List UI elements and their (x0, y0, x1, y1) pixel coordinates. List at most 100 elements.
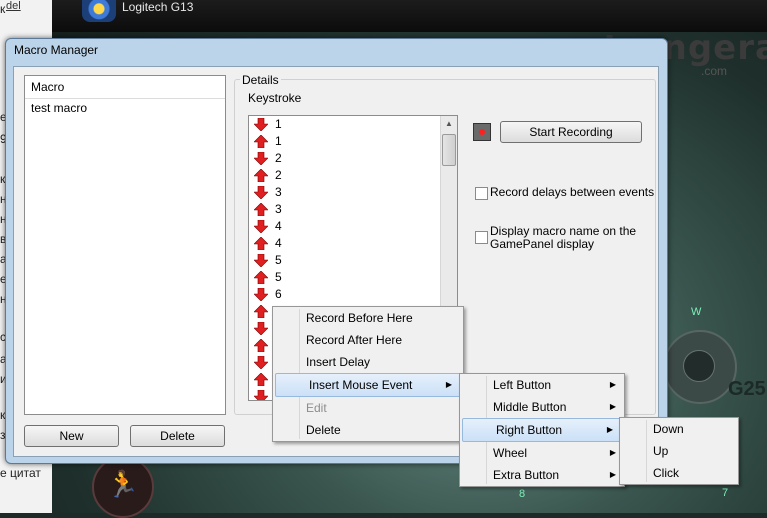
keystroke-key: 1 (275, 134, 282, 148)
menu-item-insert-delay[interactable]: Insert Delay (273, 351, 463, 373)
key-down-arrow-icon (254, 322, 268, 335)
button-action-click[interactable]: Click (620, 462, 738, 484)
button-action-submenu: Down Up Click (619, 417, 739, 485)
background-text-fragment: к (0, 2, 6, 16)
menu-item-record-before-here[interactable]: Record Before Here (273, 307, 463, 329)
submenu-arrow-icon: ▶ (606, 425, 613, 434)
window-title: Macro Manager (14, 43, 99, 57)
keystroke-key: 4 (275, 219, 282, 233)
macro-list[interactable]: Macro test macro (24, 75, 226, 415)
key-up-arrow-icon (254, 237, 268, 250)
key-down-arrow-icon (254, 288, 268, 301)
submenu-arrow-icon: ▶ (609, 470, 616, 479)
menu-item-label: Left Button (493, 378, 552, 392)
key-down-arrow-icon (254, 220, 268, 233)
menu-item-label: Click (653, 466, 679, 480)
menu-item-label: Wheel (493, 446, 528, 460)
menu-item-label: Edit (306, 401, 327, 415)
macro-column-header[interactable]: Macro (25, 76, 225, 99)
keystroke-row[interactable]: 2 (249, 167, 457, 184)
menu-item-insert-mouse-event[interactable]: Insert Mouse Event ▶ (275, 373, 461, 397)
logitech-app-title: Logitech G13 (122, 0, 194, 14)
macro-list-item[interactable]: test macro (25, 99, 225, 117)
key-down-arrow-icon (254, 390, 268, 400)
logitech-gear-icon (82, 0, 116, 22)
mouse-item-right-button[interactable]: Right Button ▶ (462, 418, 622, 442)
keystroke-context-menu: Record Before Here Record After Here Inser… (272, 306, 464, 442)
keystroke-row[interactable]: 1 (249, 116, 457, 133)
menu-item-edit: Edit (273, 397, 463, 419)
menu-item-label: Middle Button (493, 400, 567, 414)
key-7-label: 7 (722, 487, 729, 499)
menu-item-record-after-here[interactable]: Record After Here (273, 329, 463, 351)
details-label: Details (240, 73, 281, 87)
key-up-arrow-icon (254, 305, 268, 318)
keystroke-key: 1 (275, 117, 282, 131)
menu-item-label: Extra Button (493, 468, 560, 482)
g25-key-label: G25 (728, 378, 766, 400)
keystroke-key: 2 (275, 168, 282, 182)
key-down-arrow-icon (254, 356, 268, 369)
key-down-arrow-icon (254, 254, 268, 267)
menu-item-delete[interactable]: Delete (273, 419, 463, 441)
scrollbar-thumb[interactable] (442, 134, 456, 166)
menu-item-label: Record After Here (306, 333, 403, 347)
keystroke-key: 3 (275, 202, 282, 216)
button-action-down[interactable]: Down (620, 418, 738, 440)
key-down-arrow-icon (254, 186, 268, 199)
keystroke-row[interactable]: 5 (249, 269, 457, 286)
key-up-arrow-icon (254, 135, 268, 148)
left-tab-label[interactable]: del (6, 0, 40, 14)
keystroke-key: 2 (275, 151, 282, 165)
runner-icon: 🏃 (92, 456, 154, 518)
delete-button[interactable]: Delete (130, 425, 225, 447)
menu-item-label: Insert Delay (306, 355, 371, 369)
keystroke-row[interactable]: 3 (249, 184, 457, 201)
keystroke-key: 5 (275, 270, 282, 284)
menu-item-label: Record Before Here (306, 311, 413, 325)
start-recording-button[interactable]: Start Recording (500, 121, 642, 143)
w-key-label: W (691, 306, 702, 318)
mouse-item-extra-button[interactable]: Extra Button ▶ (460, 464, 624, 486)
record-delays-checkbox[interactable] (475, 187, 488, 200)
joystick-center (683, 350, 715, 382)
key-up-arrow-icon (254, 169, 268, 182)
keystroke-row[interactable]: 1 (249, 133, 457, 150)
watermark-suffix: .com (701, 64, 728, 78)
button-action-up[interactable]: Up (620, 440, 738, 462)
keystroke-row[interactable]: 6 (249, 286, 457, 303)
mouse-item-wheel[interactable]: Wheel ▶ (460, 442, 624, 464)
keystroke-label: Keystroke (248, 91, 302, 105)
keystroke-key: 3 (275, 185, 282, 199)
menu-item-label: Right Button (496, 423, 563, 437)
key-up-arrow-icon (254, 373, 268, 386)
keystroke-row[interactable]: 4 (249, 235, 457, 252)
key-down-arrow-icon (254, 118, 268, 131)
keystroke-row[interactable]: 5 (249, 252, 457, 269)
display-name-label: Display macro name on the GamePanel disp… (490, 224, 637, 251)
keystroke-row[interactable]: 3 (249, 201, 457, 218)
submenu-arrow-icon: ▶ (609, 448, 616, 457)
record-delays-label: Record delays between events (490, 185, 655, 199)
key-up-arrow-icon (254, 203, 268, 216)
submenu-arrow-icon: ▶ (609, 380, 616, 389)
key-8-label: 8 (519, 488, 526, 500)
menu-item-label: Up (653, 444, 669, 458)
keystroke-row[interactable]: 4 (249, 218, 457, 235)
keystroke-key: 6 (275, 287, 282, 301)
mouse-item-middle-button[interactable]: Middle Button ▶ (460, 396, 624, 418)
mouse-item-left-button[interactable]: Left Button ▶ (460, 374, 624, 396)
record-dot-icon (479, 129, 485, 135)
display-name-checkbox[interactable] (475, 231, 488, 244)
menu-item-label: Insert Mouse Event (309, 378, 413, 392)
submenu-arrow-icon: ▶ (445, 380, 452, 389)
mouse-event-submenu: Left Button ▶ Middle Button ▶ Right Button ▶ W… (459, 373, 625, 487)
keystroke-row[interactable]: 2 (249, 150, 457, 167)
key-down-arrow-icon (254, 152, 268, 165)
background-text-fragment: е цитат (0, 466, 41, 480)
record-indicator (473, 123, 491, 141)
new-button[interactable]: New (24, 425, 119, 447)
menu-item-label: Delete (306, 423, 341, 437)
scroll-up-arrow-icon[interactable]: ▲ (445, 119, 453, 128)
keystroke-key: 5 (275, 253, 282, 267)
